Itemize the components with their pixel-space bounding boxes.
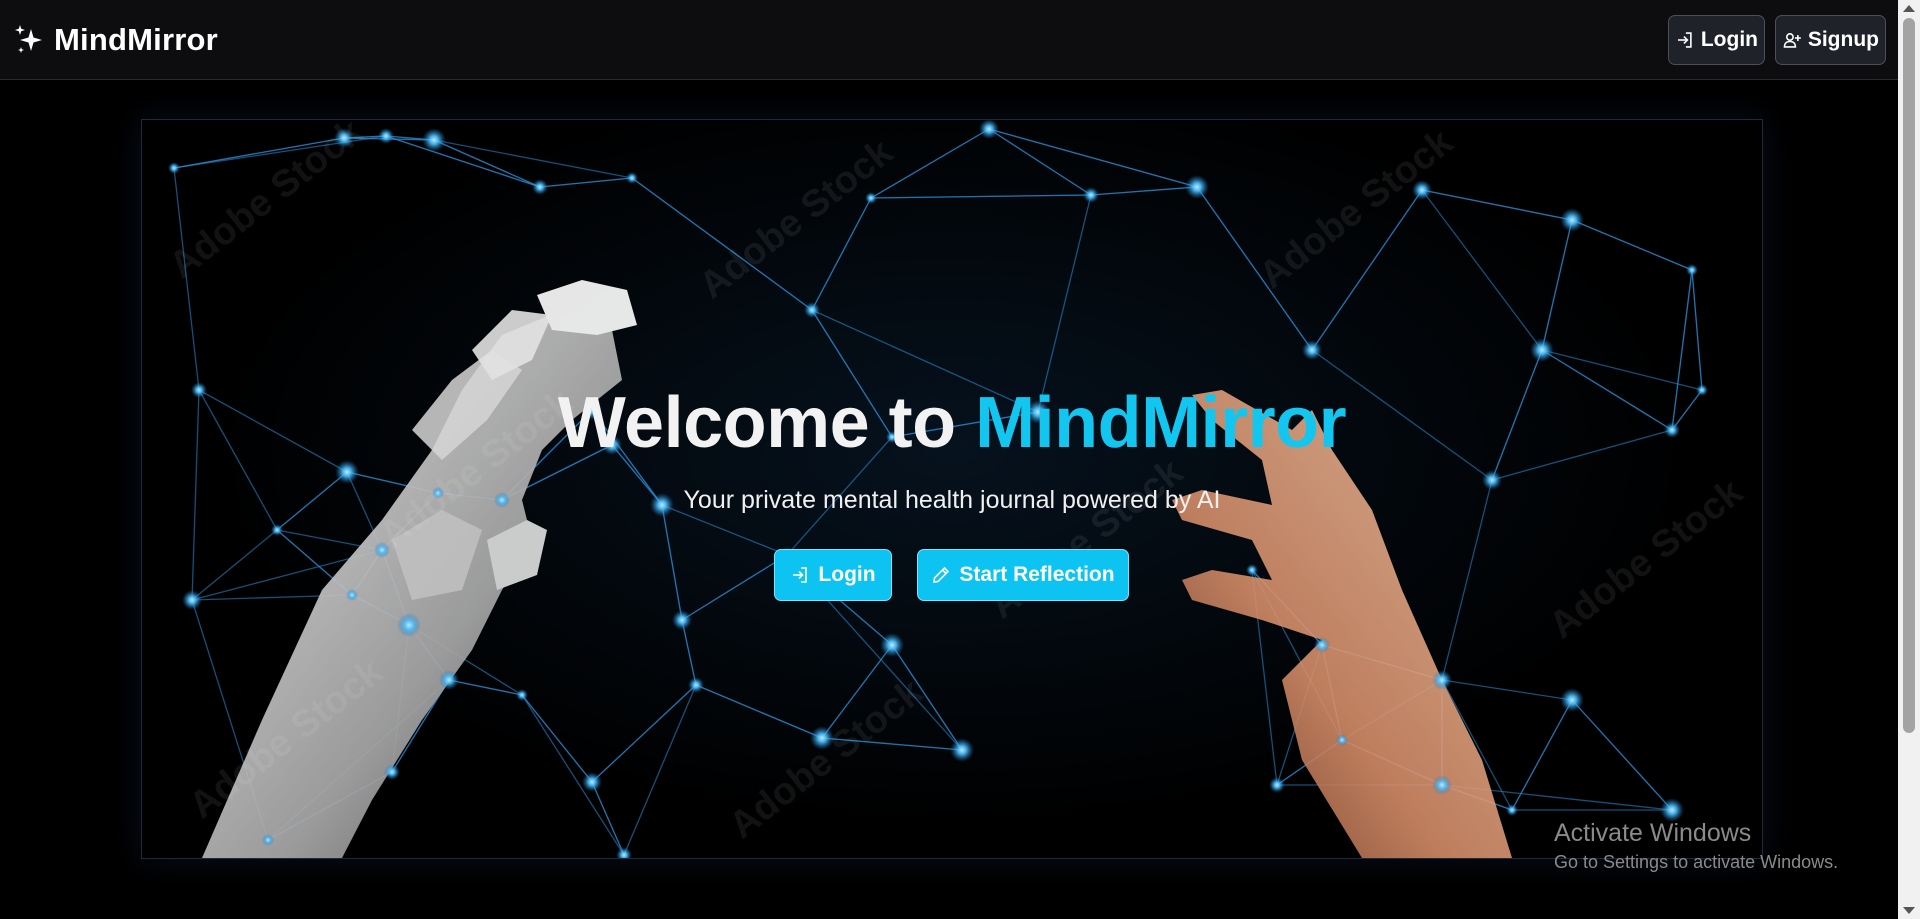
nav-signup-label: Signup — [1807, 28, 1879, 51]
network-node — [271, 524, 283, 536]
network-link — [591, 684, 697, 783]
network-node — [672, 610, 692, 630]
network-node — [378, 128, 394, 144]
scroll-thumb[interactable] — [1903, 18, 1915, 733]
brand[interactable]: MindMirror — [14, 22, 218, 58]
stock-watermark-text: Adobe Stock — [692, 130, 902, 307]
stock-watermark-text: Adobe Stock — [722, 670, 932, 847]
network-node — [516, 689, 528, 701]
network-link — [539, 177, 633, 188]
nav-login-label: Login — [1700, 28, 1758, 51]
hero-login-label: Login — [818, 563, 876, 586]
login-arrow-icon — [793, 567, 808, 583]
network-node — [1302, 340, 1322, 360]
network-node — [1686, 264, 1698, 276]
sparkles-icon — [15, 25, 42, 53]
login-arrow-icon — [1677, 32, 1692, 48]
network-link — [591, 781, 625, 856]
network-node — [865, 192, 877, 204]
activation-title: Activate Windows — [1554, 819, 1752, 847]
network-link — [191, 529, 278, 601]
network-link — [1441, 679, 1573, 701]
pencil-icon — [933, 566, 950, 583]
network-link — [433, 139, 541, 188]
hero-title: Welcome to MindMirror — [142, 382, 1762, 464]
nav-login-button[interactable]: Login — [1668, 15, 1765, 65]
hero-banner: Adobe Stock Adobe Stock Adobe Stock Adob… — [141, 119, 1763, 859]
network-node — [1432, 775, 1452, 795]
start-reflection-label: Start Reflection — [959, 563, 1115, 586]
network-link — [1511, 699, 1573, 811]
network-link — [988, 128, 1092, 196]
network-link — [1421, 189, 1573, 221]
network-node — [439, 670, 459, 690]
network-node — [979, 120, 999, 139]
network-node — [688, 677, 704, 693]
network-node — [168, 162, 180, 174]
network-node — [950, 738, 974, 762]
hero-subtitle: Your private mental health journal power… — [683, 486, 1221, 514]
network-link — [433, 139, 633, 179]
network-link — [681, 554, 788, 621]
network-node — [262, 834, 274, 846]
network-node — [1432, 670, 1452, 690]
network-link — [1691, 269, 1703, 391]
network-link — [661, 504, 683, 621]
network-link — [870, 194, 1092, 199]
network-node — [880, 633, 904, 657]
hero-title-accent: MindMirror — [975, 383, 1347, 463]
network-node — [1083, 187, 1099, 203]
nav-signup-button[interactable]: Signup — [1775, 15, 1886, 65]
network-link — [1571, 219, 1693, 271]
network-node — [182, 590, 202, 610]
network-node — [1246, 564, 1258, 576]
brand-name: MindMirror — [54, 22, 218, 57]
network-link — [1421, 189, 1543, 351]
network-link — [623, 684, 697, 856]
network-node — [582, 772, 602, 792]
network-node — [616, 847, 632, 858]
top-navbar: MindMirror Login Signup — [0, 0, 1898, 80]
stock-watermark-text: Adobe Stock — [1252, 120, 1462, 297]
windows-activation-watermark: Activate Windows Go to Settings to activ… — [1554, 819, 1838, 873]
network-node — [626, 172, 638, 184]
network-link — [385, 135, 541, 188]
network-node — [532, 179, 548, 195]
network-node — [804, 302, 820, 318]
network-node — [384, 764, 400, 780]
network-node — [1560, 208, 1584, 232]
scroll-down-arrow-icon[interactable] — [1903, 907, 1915, 914]
network-node — [1269, 777, 1285, 793]
page-scrollbar[interactable] — [1898, 0, 1920, 919]
network-node — [346, 589, 358, 601]
hero-login-button[interactable]: Login — [774, 549, 892, 601]
network-node — [1506, 804, 1518, 816]
scroll-up-arrow-icon[interactable] — [1903, 5, 1915, 12]
network-node — [1530, 338, 1554, 362]
user-plus-icon — [1783, 33, 1801, 48]
network-link — [1037, 194, 1092, 413]
network-link — [695, 684, 823, 739]
network-link — [521, 694, 593, 783]
network-node — [1560, 688, 1584, 712]
network-node — [1314, 637, 1330, 653]
network-link — [988, 128, 1198, 188]
start-reflection-button[interactable]: Start Reflection — [917, 549, 1129, 601]
stock-watermark-text: Adobe Stock — [162, 120, 372, 287]
network-link — [1571, 699, 1673, 811]
activation-subtitle: Go to Settings to activate Windows. — [1554, 852, 1839, 872]
hero-title-prefix: Welcome to — [557, 383, 976, 463]
network-link — [1090, 186, 1198, 196]
network-link — [521, 694, 625, 856]
network-node — [1185, 175, 1209, 199]
network-node — [422, 128, 446, 152]
network-node — [1336, 734, 1348, 746]
network-node — [397, 613, 421, 637]
network-link — [1541, 219, 1573, 351]
